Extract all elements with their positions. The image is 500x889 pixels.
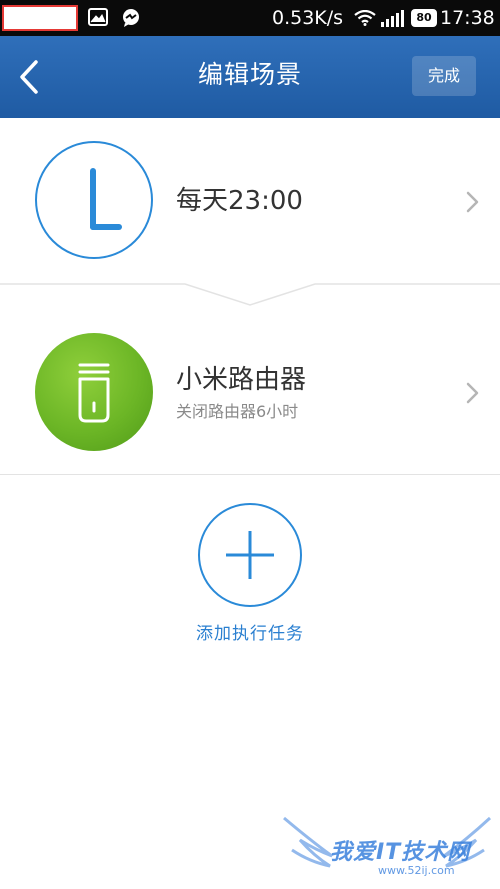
chevron-right-icon — [466, 382, 479, 404]
action-row[interactable]: 小米路由器 关闭路由器6小时 — [0, 309, 500, 474]
status-bar: 0.53K/s 80 17:38 — [0, 0, 500, 36]
watermark-url: www.52ij.com — [378, 864, 455, 877]
chevron-right-icon — [466, 191, 479, 213]
app-bar: 编辑场景 完成 — [0, 36, 500, 118]
network-speed: 0.53K/s — [272, 7, 344, 29]
chat-notification-icon — [123, 9, 139, 27]
wifi-icon — [354, 10, 376, 26]
image-notification-icon — [88, 8, 108, 26]
watermark-text: 我爱IT技术网 — [330, 840, 471, 865]
trigger-row[interactable]: 每天23:00 — [0, 118, 500, 284]
redacted-area — [2, 5, 78, 31]
done-button[interactable]: 完成 — [412, 56, 476, 96]
action-device-name: 小米路由器 — [176, 365, 307, 395]
clock-icon — [35, 141, 153, 259]
add-task-label[interactable]: 添加执行任务 — [0, 622, 500, 646]
watermark-logo: 我爱IT技术网 www.52ij.com — [280, 810, 495, 886]
battery-level: 80 — [416, 11, 432, 24]
screen: 0.53K/s 80 17:38 编辑场景 完成 每天23:00 小米路由器 关… — [0, 0, 500, 889]
signal-icon — [381, 10, 404, 27]
plus-icon — [226, 531, 274, 579]
status-time: 17:38 — [440, 7, 495, 29]
router-icon — [35, 333, 153, 451]
trigger-time-label: 每天23:00 — [176, 186, 303, 216]
section-divider — [0, 283, 500, 306]
battery-icon: 80 — [411, 9, 437, 27]
action-description: 关闭路由器6小时 — [176, 402, 299, 421]
row-divider — [0, 474, 500, 475]
add-task-button[interactable] — [198, 503, 302, 607]
